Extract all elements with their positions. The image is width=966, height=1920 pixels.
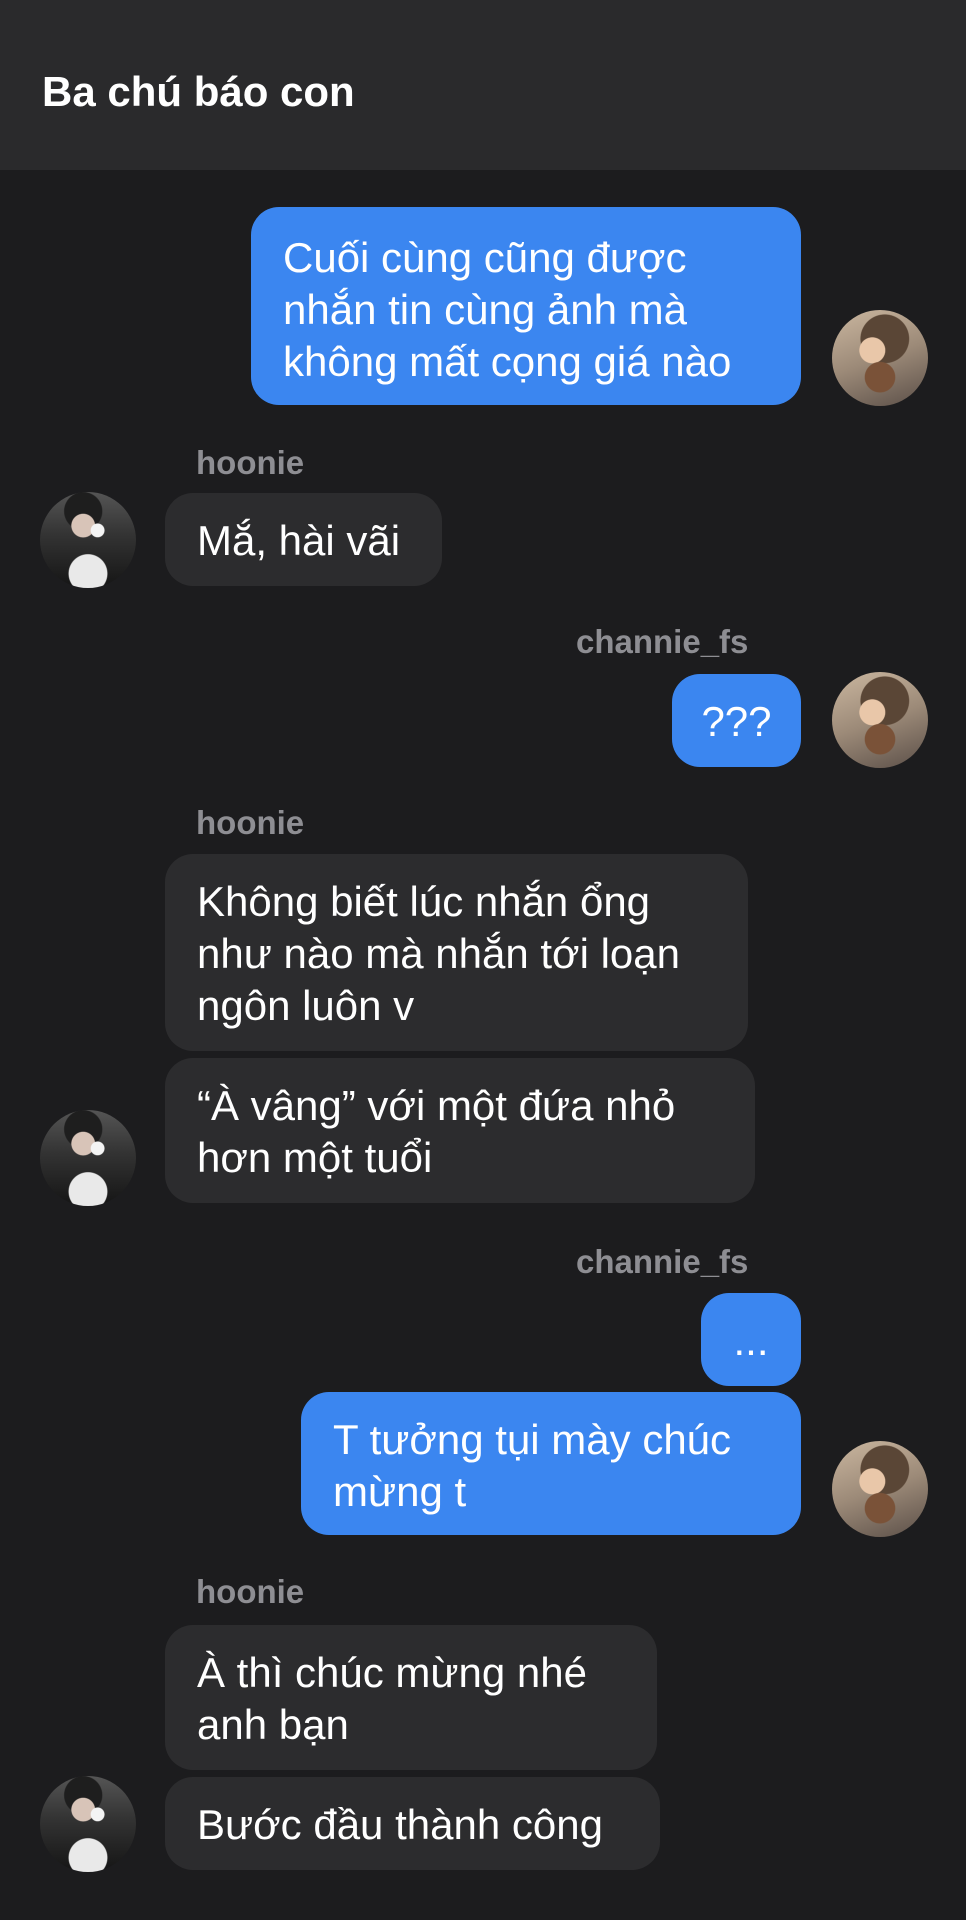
chat-header: Ba chú báo con <box>0 0 966 170</box>
message-bubble-incoming[interactable]: Không biết lúc nhắn ổng như nào mà nhắn … <box>165 854 748 1051</box>
message-bubble-incoming[interactable]: Mắ, hài vãi <box>165 493 442 586</box>
sender-name: hoonie <box>196 444 305 481</box>
contact-avatar[interactable] <box>40 1776 136 1872</box>
sender-name: channie_fs <box>576 623 749 660</box>
message-bubble-incoming[interactable]: “À vâng” với một đứa nhỏ hơn một tuổi <box>165 1058 755 1203</box>
my-avatar[interactable] <box>832 1441 928 1537</box>
message-bubble-outgoing[interactable]: ??? <box>672 674 801 767</box>
message-bubble-incoming[interactable]: À thì chúc mừng nhé anh bạn <box>165 1625 657 1770</box>
contact-avatar[interactable] <box>40 492 136 588</box>
my-avatar[interactable] <box>832 672 928 768</box>
message-bubble-outgoing[interactable]: T tưởng tụi mày chúc mừng t <box>301 1392 801 1535</box>
message-bubble-outgoing[interactable]: Cuối cùng cũng được nhắn tin cùng ảnh mà… <box>251 207 801 405</box>
message-bubble-outgoing[interactable]: ... <box>701 1293 801 1386</box>
message-bubble-incoming[interactable]: Bước đầu thành công <box>165 1777 660 1870</box>
sender-name: channie_fs <box>576 1243 749 1280</box>
contact-avatar[interactable] <box>40 1110 136 1206</box>
sender-name: hoonie <box>196 804 305 841</box>
my-avatar[interactable] <box>832 310 928 406</box>
chat-title[interactable]: Ba chú báo con <box>42 68 355 116</box>
sender-name: hoonie <box>196 1573 305 1610</box>
